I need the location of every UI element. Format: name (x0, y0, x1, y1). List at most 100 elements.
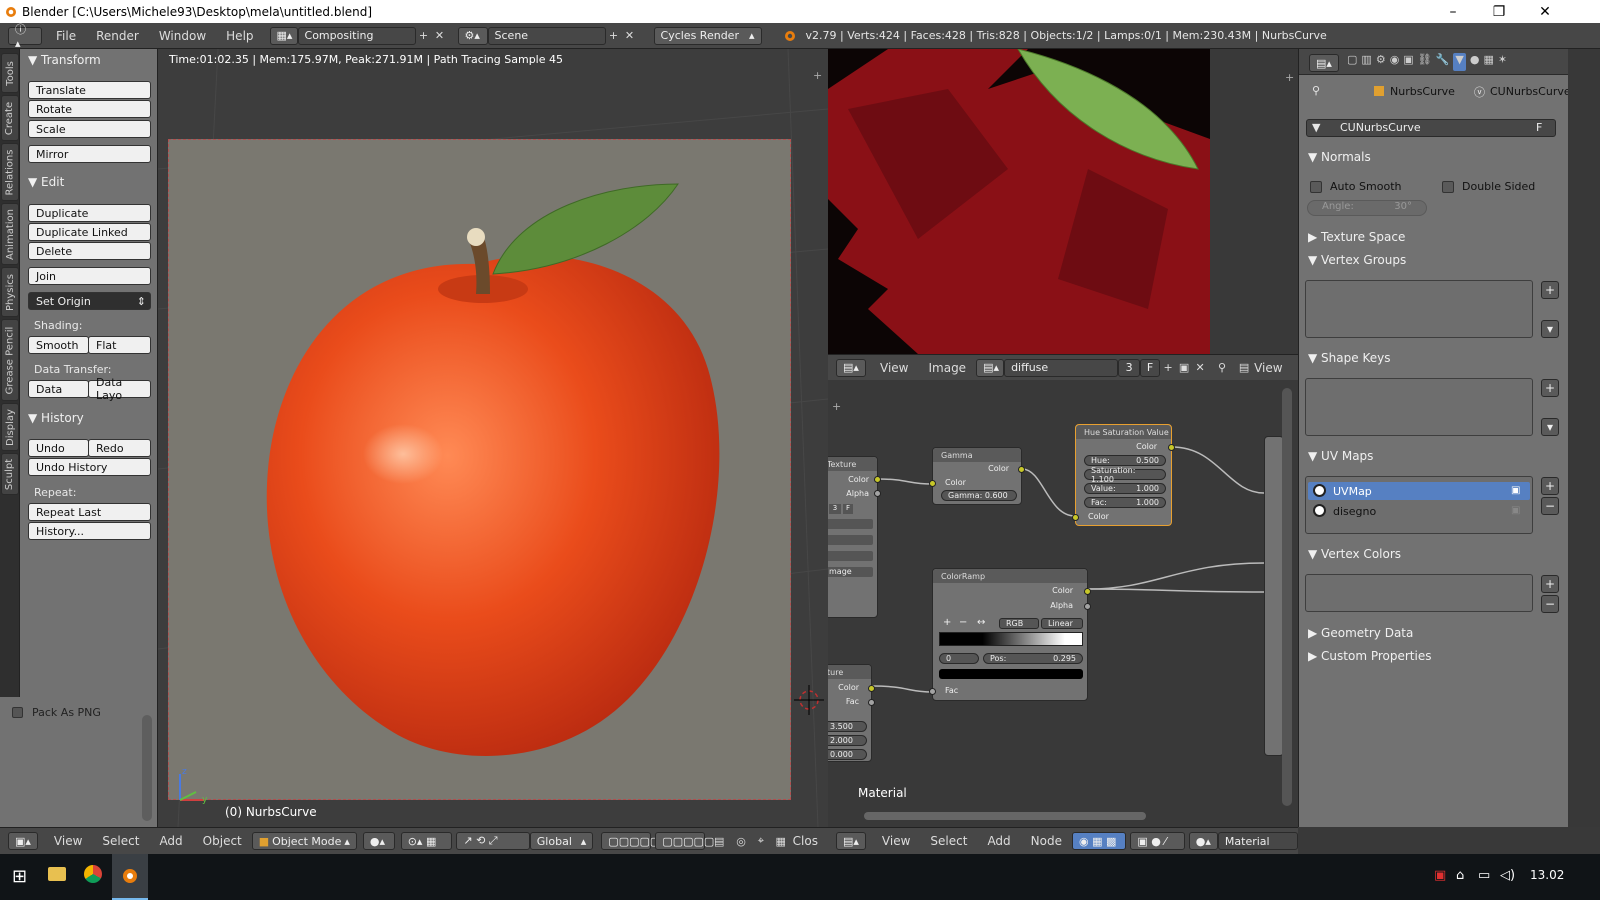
undo-history-button[interactable]: Undo History (28, 458, 151, 476)
edit-panel-header[interactable]: ▼ Edit (28, 175, 64, 189)
rotate-button[interactable]: Rotate (28, 100, 151, 118)
render-layers-tab-icon[interactable]: ▥ (1361, 53, 1371, 71)
data-layo-button[interactable]: Data Layo (88, 376, 151, 402)
manipulator-buttons[interactable]: ↗ ⟲ ⤢ (456, 832, 530, 850)
tab-grease-pencil[interactable]: Grease Pencil (1, 319, 19, 401)
taskbar-clock[interactable]: 13.02 (1530, 868, 1564, 882)
editor-type-image-icon[interactable]: ▤▴ (836, 358, 866, 377)
join-button[interactable]: Join (28, 267, 151, 285)
material-tab-icon[interactable]: ● (1470, 53, 1480, 71)
mode-select[interactable]: ■ Object Mode ▴ (251, 832, 357, 850)
menu-help[interactable]: Help (216, 29, 263, 43)
camera-render-icon[interactable]: ▣ (1511, 505, 1520, 516)
material-browse-icon[interactable]: ●▴ (1188, 832, 1218, 850)
node-image-texture[interactable]: Texture Color Alpha 3 F mage (828, 456, 881, 618)
maximize-button[interactable]: ❐ (1476, 0, 1522, 23)
output-socket-alpha[interactable] (1084, 603, 1091, 610)
layers-grid-2[interactable]: ▢▢▢▢▢ (655, 832, 714, 850)
output-socket-color[interactable] (874, 476, 881, 483)
mirror-button[interactable]: Mirror (28, 145, 151, 163)
screen-layout-field[interactable]: Compositing (297, 26, 416, 45)
angle-field[interactable]: Angle: 30° (1307, 200, 1427, 216)
world-tab-icon[interactable]: ◉ (1390, 53, 1400, 71)
input-socket-color[interactable] (929, 480, 936, 487)
output-socket-color[interactable] (1168, 444, 1175, 451)
image-users-count[interactable]: 3 (829, 504, 841, 514)
redo-button[interactable]: Redo (88, 439, 151, 457)
remove-stop-icon[interactable]: − (959, 617, 967, 628)
duplicate-button[interactable]: Duplicate (28, 204, 151, 222)
area-split-icon[interactable]: + (832, 400, 841, 413)
transform-panel-header[interactable]: ▼ Transform (28, 53, 101, 67)
image-menu-view2[interactable]: View (1252, 361, 1292, 375)
scene-icon[interactable]: ⚙▴ (457, 26, 488, 45)
select-menu[interactable]: Select (92, 834, 149, 848)
editor-type-info-icon[interactable]: ⓘ ▴ (8, 23, 42, 50)
set-origin-select[interactable]: Set Origin ⇕ (28, 292, 151, 310)
menu-render[interactable]: Render (86, 29, 149, 43)
normals-panel-header[interactable]: ▼ Normals (1308, 150, 1371, 164)
output-socket-alpha[interactable] (874, 490, 881, 497)
tray-network-icon[interactable]: ⌂ (1456, 868, 1464, 883)
constraints-tab-icon[interactable]: ⛓ (1418, 53, 1432, 71)
tab-physics[interactable]: Physics (1, 267, 19, 317)
modifiers-tab-icon[interactable]: 🔧 (1436, 53, 1450, 71)
smooth-button[interactable]: Smooth (28, 336, 89, 354)
tab-create[interactable]: Create (1, 95, 19, 141)
node-menu-add[interactable]: Add (977, 834, 1020, 848)
chrome-icon[interactable] (84, 865, 102, 883)
closest-select[interactable]: Clos (789, 834, 828, 848)
lock-layers-icon[interactable]: ▤ (711, 833, 727, 849)
flat-button[interactable]: Flat (88, 336, 151, 354)
node-value-field[interactable]: 3.500 (828, 721, 867, 732)
node-texture-2[interactable]: ture Color Fac 3.500 2.000 0.000 (828, 664, 875, 762)
fac-slider[interactable]: Fac: 1.000 (1084, 497, 1166, 508)
layers-grid-1[interactable]: ▢▢▢▢▢ (601, 832, 660, 850)
data-tab-icon[interactable]: ▼ (1453, 53, 1466, 71)
vertex-groups-list[interactable] (1305, 280, 1533, 338)
output-socket-color[interactable] (868, 685, 875, 692)
output-socket-color[interactable] (1018, 466, 1025, 473)
remove-scene-icon[interactable]: ✕ (622, 28, 638, 44)
particles-tab-icon[interactable]: ✶ (1498, 53, 1507, 71)
vertex-colors-panel-header[interactable]: ▼ Vertex Colors (1308, 547, 1401, 561)
image-menu-image[interactable]: Image (918, 361, 976, 375)
shape-keys-list[interactable] (1305, 378, 1533, 436)
tab-display[interactable]: Display (1, 403, 19, 451)
texture-space-panel-header[interactable]: ▶ Texture Space (1308, 230, 1405, 244)
pivot-select[interactable]: ⊙▴ ▦ (400, 832, 453, 850)
datablock-name[interactable]: CUNurbsCurve (1340, 121, 1421, 134)
node-tree-type-buttons[interactable]: ◉ ▦ ▩ (1072, 832, 1127, 850)
view-mode-icon[interactable]: ▤ (1236, 360, 1252, 376)
saturation-slider[interactable]: Saturation: 1.100 (1084, 466, 1166, 484)
node-gamma[interactable]: Gamma Color Color Gamma: 0.600 (929, 447, 1025, 505)
uv-maps-panel-header[interactable]: ▼ UV Maps (1308, 449, 1373, 463)
node-value-field[interactable]: 2.000 (828, 735, 867, 746)
minimize-button[interactable]: – (1430, 0, 1476, 23)
tab-relations[interactable]: Relations (1, 143, 19, 201)
output-socket-fac[interactable] (868, 699, 875, 706)
node-select-field[interactable] (828, 535, 873, 545)
node-select-field[interactable]: mage (828, 567, 873, 577)
tray-monitor-icon[interactable]: ▭ (1478, 868, 1490, 883)
texture-tab-icon[interactable]: ▦ (1483, 53, 1493, 71)
shape-key-specials-button[interactable]: ▾ (1541, 418, 1559, 436)
3d-cursor-icon[interactable] (794, 685, 824, 715)
add-shape-key-button[interactable]: + (1541, 379, 1559, 397)
node-menu-view[interactable]: View (872, 834, 920, 848)
image-menu-view[interactable]: View (870, 361, 918, 375)
volume-icon[interactable]: ◁) (1500, 868, 1515, 883)
node-hue-saturation-value[interactable]: Hue Saturation Value Color Hue: 0.500 Sat… (1072, 424, 1175, 526)
editor-type-node-icon[interactable]: ▤▴ (836, 832, 866, 850)
editor-type-properties-icon[interactable]: ▤▴ (1309, 54, 1339, 72)
scene-tab-icon[interactable]: ⚙ (1376, 53, 1386, 71)
scale-button[interactable]: Scale (28, 120, 151, 138)
camera-render-icon[interactable]: ▣ (1511, 485, 1520, 496)
double-sided-checkbox[interactable] (1442, 181, 1454, 193)
tray-alert-icon[interactable]: ▣ (1434, 868, 1446, 883)
repeat-last-button[interactable]: Repeat Last (28, 503, 151, 521)
history-panel-header[interactable]: ▼ History (28, 411, 84, 425)
geometry-data-panel-header[interactable]: ▶ Geometry Data (1308, 626, 1413, 640)
image-name-field[interactable]: diffuse (1004, 358, 1119, 377)
image-editor[interactable]: + (828, 49, 1298, 354)
